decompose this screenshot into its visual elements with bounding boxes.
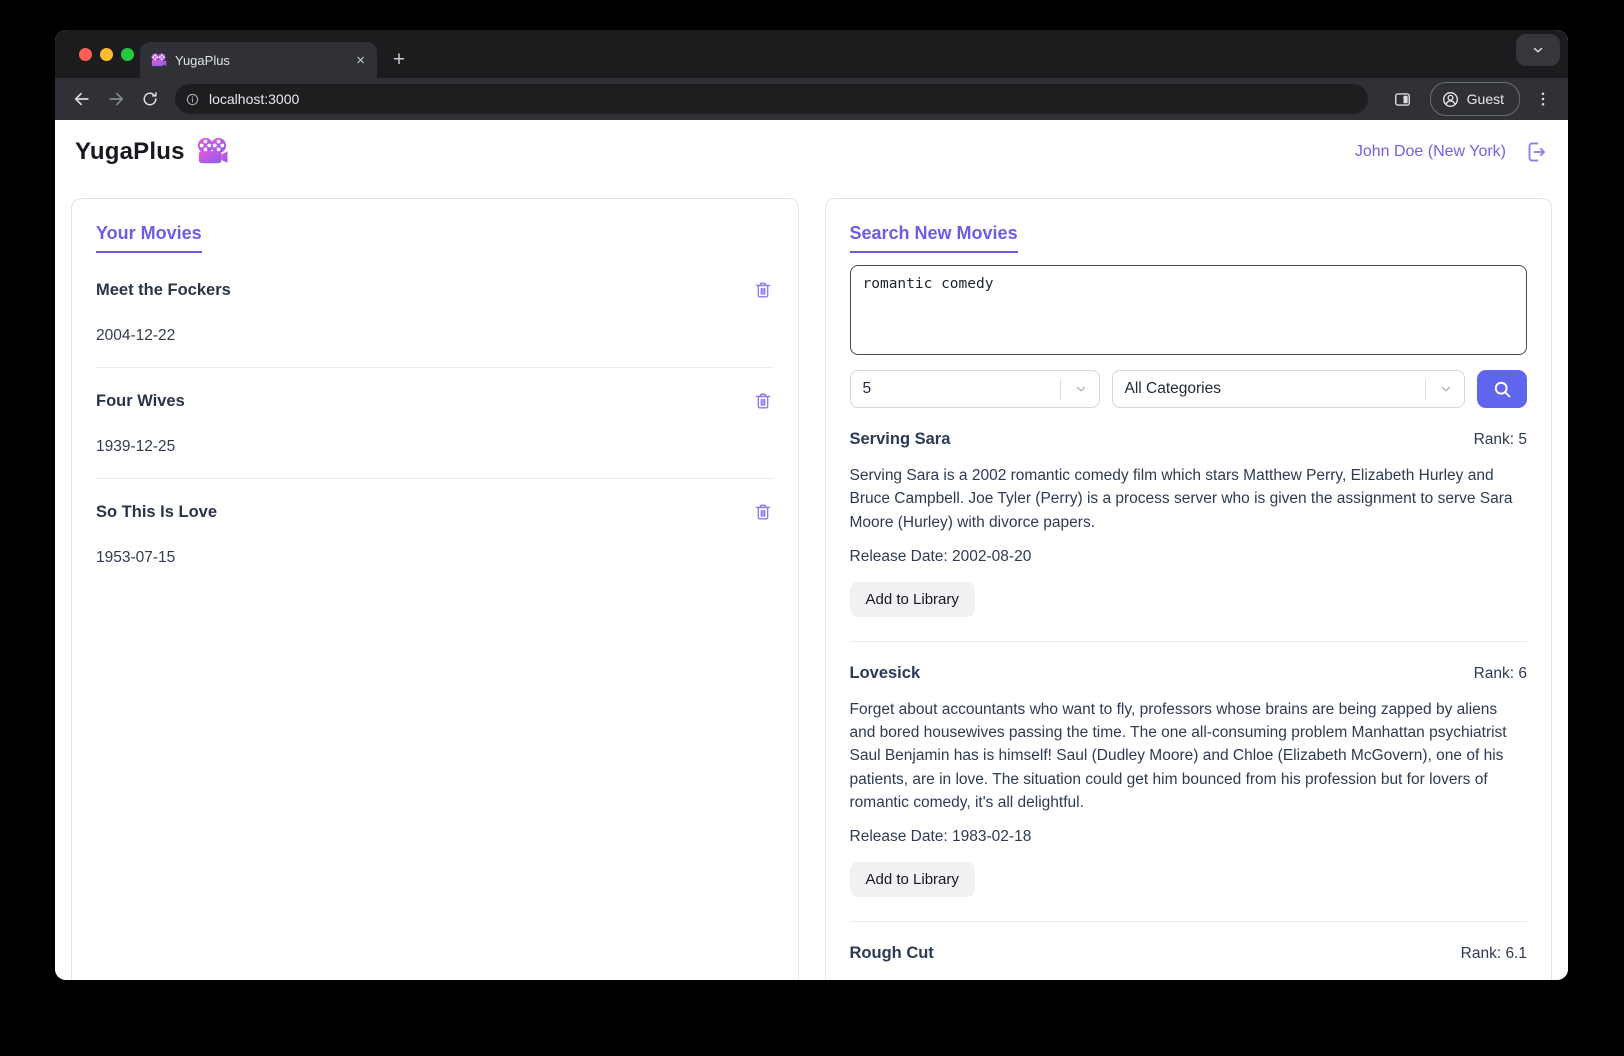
library-movie-title: Four Wives [96,391,185,410]
library-movie-row: Four Wives [96,390,774,412]
delete-movie-button[interactable] [752,501,774,523]
result-description: Serving Sara is a 2002 romantic comedy f… [849,467,1513,531]
result-release-date: Release Date: 2002-08-20 [849,547,1032,565]
url-text: localhost:3000 [209,91,300,107]
select-separator [1425,379,1426,400]
browser-tab[interactable]: YugaPlus × [140,42,377,78]
search-button[interactable] [1477,370,1527,408]
site-info-icon[interactable] [185,92,200,107]
browser-toolbar: localhost:3000 Guest [55,78,1568,120]
trash-icon [755,282,770,298]
result-rank: Rank: 6.1 [1460,945,1527,962]
result-rank: Rank: 6 [1473,664,1527,682]
logout-icon [1528,142,1545,162]
search-result: Rough Cut Rank: 6.1 [850,944,1528,963]
movie-camera-logo-icon [195,137,229,167]
chevron-down-icon [1074,382,1088,396]
profile-label: Guest [1466,91,1504,107]
tab-favicon-movie-camera-icon [150,52,167,68]
add-to-library-button[interactable]: Add to Library [849,581,975,617]
search-icon [1494,381,1510,397]
user-name-link[interactable]: John Doe (New York) [1355,143,1506,161]
header-user-area: John Doe (New York) [1355,140,1548,164]
search-movies-card: Search New Movies romantic comedy 5 All … [824,198,1552,980]
library-movie-date: 1953-07-15 [96,549,176,566]
delete-movie-button[interactable] [752,279,774,301]
trash-icon [755,504,770,520]
result-title: Lovesick [849,663,921,682]
search-movies-title: Search New Movies [849,223,1018,253]
category-value: All Categories [1124,380,1222,397]
browser-window: YugaPlus × + localhost:3000 Guest YugaPl… [55,30,1568,980]
result-header: Lovesick Rank: 6 [850,664,1528,683]
library-movie-title: Meet the Fockers [96,280,231,299]
three-dots-icon [1541,92,1545,106]
divider [849,921,1527,922]
library-movie-date: 1939-12-25 [96,438,176,455]
app-header: YugaPlus John Doe (New York) [55,120,1568,184]
add-to-library-button[interactable]: Add to Library [849,862,975,897]
browser-tabstrip: YugaPlus × + [55,30,1568,78]
minimize-window-button[interactable] [100,48,113,61]
search-result: Serving Sara Rank: 5 Serving Sara is a 2… [849,430,1528,642]
close-window-button[interactable] [79,48,92,61]
tab-close-icon[interactable]: × [354,51,367,70]
new-tab-button[interactable]: + [385,46,413,74]
tab-title: YugaPlus [175,52,230,68]
result-rank: Rank: 5 [1473,431,1527,448]
result-limit-select[interactable]: 5 [849,370,1100,408]
tab-search-chevron-button[interactable] [1516,34,1560,66]
library-movie-row: So This Is Love [96,501,774,523]
result-title: Rough Cut [849,944,934,962]
reload-button[interactable] [135,84,165,114]
chevron-down-icon [1439,382,1453,396]
side-panel-icon[interactable] [1388,84,1418,114]
forward-button[interactable] [101,84,131,114]
trash-icon [755,393,770,409]
divider [96,367,774,368]
result-header: Rough Cut Rank: 6.1 [850,944,1528,963]
result-release-date: Release Date: 1983-02-18 [849,828,1032,845]
guest-avatar-icon [1442,91,1458,107]
library-movie-row: Meet the Fockers [96,279,774,301]
desktop-background: { "browser": { "tab": { "title": "YugaPl… [0,0,1624,1056]
result-header: Serving Sara Rank: 5 [850,430,1528,449]
logout-button[interactable] [1524,140,1548,164]
yugaplus-page: YugaPlus John Doe (New York) Your Movies… [55,120,1568,980]
profile-button[interactable]: Guest [1429,82,1520,116]
select-separator [1059,379,1061,400]
browser-menu-button[interactable] [1530,84,1556,114]
divider [849,640,1527,642]
divider [96,478,774,479]
search-result: Lovesick Rank: 6 Forget about accountant… [849,664,1528,922]
traffic-lights [79,48,134,61]
library-movie-date: 2004-12-22 [96,327,176,344]
chevron-down-icon [1533,47,1543,53]
category-select[interactable]: All Categories [1111,370,1465,408]
delete-movie-button[interactable] [752,390,774,412]
your-movies-card: Your Movies Meet the Fockers 2004-12-22 … [71,198,799,980]
brand-title: YugaPlus [75,138,185,165]
reload-icon [143,91,157,106]
library-movie-title: So This Is Love [96,502,218,521]
back-arrow-icon [74,92,89,106]
search-controls: 5 All Categories [849,370,1527,408]
maximize-window-button[interactable] [121,48,134,61]
main-content: Your Movies Meet the Fockers 2004-12-22 … [55,184,1568,980]
result-description: Forget about accountants who want to fly… [849,700,1507,811]
result-title: Serving Sara [849,430,951,448]
url-bar[interactable]: localhost:3000 [175,84,1368,114]
your-movies-title: Your Movies [96,223,202,253]
search-query-input[interactable]: romantic comedy [849,265,1527,355]
result-limit-value: 5 [862,380,872,397]
back-button[interactable] [67,84,97,114]
forward-arrow-icon [109,92,124,106]
